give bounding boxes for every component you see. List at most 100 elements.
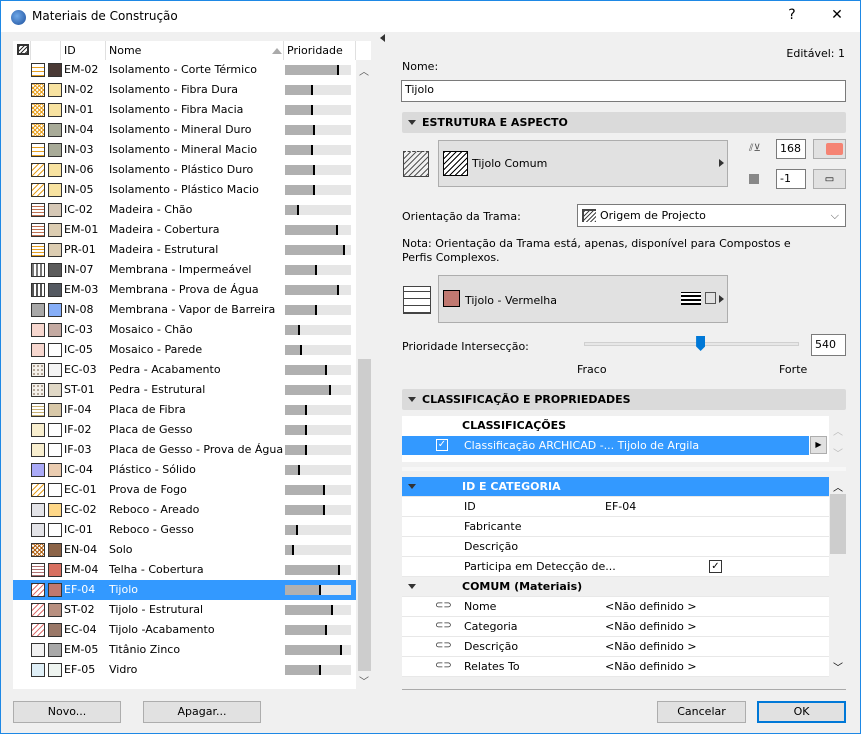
- list-scrollbar-thumb[interactable]: [358, 359, 371, 671]
- property-row[interactable]: ⊂⊃ Descrição <Não definido >: [402, 637, 829, 657]
- material-row[interactable]: EM-05 Titânio Zinco: [13, 640, 356, 660]
- material-row[interactable]: IN-01 Isolamento - Fibra Macia: [13, 100, 356, 120]
- linked-property-icon: ⊂⊃: [435, 640, 452, 651]
- material-row[interactable]: EN-04 Solo: [13, 540, 356, 560]
- material-row[interactable]: PR-01 Madeira - Estrutural: [13, 240, 356, 260]
- cancel-button[interactable]: Cancelar: [657, 701, 746, 723]
- name-column-header[interactable]: Nome: [106, 41, 284, 60]
- property-group-header[interactable]: ID E CATEGORIA: [402, 477, 829, 497]
- property-value[interactable]: <Não definido >: [605, 620, 697, 633]
- group-title: COMUM (Materiais): [462, 580, 583, 593]
- priority-slider-thumb[interactable]: [696, 336, 706, 351]
- material-row[interactable]: EC-01 Prova de Fogo: [13, 480, 356, 500]
- orientation-dropdown[interactable]: Origem de Projecto ⌵: [577, 204, 846, 227]
- new-button[interactable]: Novo...: [13, 701, 121, 723]
- checkbox-checked[interactable]: ✓: [436, 439, 448, 451]
- expand-triangle-icon[interactable]: [408, 584, 416, 593]
- priority-column-header[interactable]: Prioridade: [284, 41, 356, 60]
- material-row[interactable]: IN-07 Membrana - Impermeável: [13, 260, 356, 280]
- material-row[interactable]: EM-01 Madeira - Cobertura: [13, 220, 356, 240]
- material-row[interactable]: IF-04 Placa de Fibra: [13, 400, 356, 420]
- checkbox-checked[interactable]: ✓: [709, 560, 722, 573]
- material-row[interactable]: IN-04 Isolamento - Mineral Duro: [13, 120, 356, 140]
- scroll-up-icon[interactable]: ︿: [359, 63, 369, 78]
- classification-menu-button[interactable]: ▶: [810, 436, 827, 454]
- material-row[interactable]: EM-02 Isolamento - Corte Térmico: [13, 60, 356, 80]
- material-row[interactable]: EF-04 Tijolo: [13, 580, 356, 600]
- scroll-up-icon[interactable]: ︿: [833, 479, 843, 494]
- expand-triangle-icon[interactable]: [408, 484, 416, 493]
- property-row[interactable]: ⊂⊃ Nome <Não definido >: [402, 597, 829, 617]
- scroll-up-icon[interactable]: ︿: [833, 423, 843, 438]
- priority-bar-fill: [285, 265, 317, 275]
- property-value[interactable]: <Não definido >: [605, 660, 697, 673]
- material-row[interactable]: ST-02 Tijolo - Estrutural: [13, 600, 356, 620]
- classifications-header: CLASSIFICAÇÕES: [462, 419, 567, 432]
- priority-input[interactable]: 540: [811, 334, 846, 356]
- scroll-down-icon[interactable]: ﹀: [833, 445, 843, 460]
- ok-button[interactable]: OK: [757, 701, 846, 723]
- material-row[interactable]: IF-02 Placa de Gesso: [13, 420, 356, 440]
- priority-bar: [285, 285, 351, 295]
- material-row[interactable]: IC-01 Reboco - Gesso: [13, 520, 356, 540]
- property-row[interactable]: Participa em Detecção de... ✓: [402, 557, 829, 577]
- material-row[interactable]: IC-02 Madeira - Chão: [13, 200, 356, 220]
- scroll-down-icon[interactable]: ﹀: [833, 659, 843, 674]
- material-id: IF-04: [64, 403, 92, 416]
- material-name: Telha - Cobertura: [109, 563, 204, 576]
- material-row[interactable]: EC-04 Tijolo -Acabamento: [13, 620, 356, 640]
- material-row[interactable]: IN-03 Isolamento - Mineral Macio: [13, 140, 356, 160]
- material-row[interactable]: IN-06 Isolamento - Plástico Duro: [13, 160, 356, 180]
- pattern-column-icon[interactable]: [13, 41, 31, 60]
- property-row[interactable]: ⊂⊃ Categoria <Não definido >: [402, 617, 829, 637]
- material-row[interactable]: ST-01 Pedra - Estrutural: [13, 380, 356, 400]
- material-row[interactable]: IC-03 Mosaico - Chão: [13, 320, 356, 340]
- id-column-header[interactable]: ID: [61, 41, 106, 60]
- material-name: Membrana - Prova de Água: [109, 283, 259, 296]
- material-row[interactable]: EF-05 Vidro: [13, 660, 356, 680]
- material-row[interactable]: IC-05 Mosaico - Parede: [13, 340, 356, 360]
- surface-color-swatch: [48, 583, 62, 597]
- pen-input-2[interactable]: -1: [776, 169, 806, 189]
- name-input[interactable]: Tijolo: [401, 80, 846, 102]
- cut-fill-selector[interactable]: Tijolo Comum: [438, 140, 728, 187]
- priority-slider-track[interactable]: [584, 342, 799, 346]
- properties-scrollbar-thumb[interactable]: [830, 494, 846, 554]
- material-row[interactable]: EC-03 Pedra - Acabamento: [13, 360, 356, 380]
- surface-color-swatch: [48, 103, 62, 117]
- surface-color-swatch: [48, 483, 62, 497]
- surface-selector[interactable]: Tijolo - Vermelha: [438, 275, 728, 323]
- property-row[interactable]: Descrição: [402, 537, 829, 557]
- material-row[interactable]: EM-03 Membrana - Prova de Água: [13, 280, 356, 300]
- material-row[interactable]: EM-04 Telha - Cobertura: [13, 560, 356, 580]
- scroll-down-icon[interactable]: ﹀: [359, 673, 369, 688]
- classification-row[interactable]: ✓ Classificação ARCHICAD -... Tijolo de …: [402, 436, 809, 455]
- property-row[interactable]: ID EF-04: [402, 497, 829, 517]
- priority-bar-fill: [285, 585, 321, 595]
- property-value[interactable]: EF-04: [605, 500, 636, 513]
- property-value[interactable]: <Não definido >: [605, 640, 697, 653]
- help-button[interactable]: ?: [782, 7, 802, 23]
- material-row[interactable]: IC-04 Plástico - Sólido: [13, 460, 356, 480]
- section-structure-appearance[interactable]: ESTRUTURA E ASPECTO: [402, 112, 846, 133]
- monitor-icon[interactable]: ▭: [813, 169, 846, 189]
- material-row[interactable]: IN-05 Isolamento - Plástico Macio: [13, 180, 356, 200]
- material-row[interactable]: IN-02 Isolamento - Fibra Dura: [13, 80, 356, 100]
- color-column-header[interactable]: [31, 41, 61, 60]
- property-value[interactable]: <Não definido >: [605, 600, 697, 613]
- property-row[interactable]: Fabricante: [402, 517, 829, 537]
- section-classification-properties[interactable]: CLASSIFICAÇÃO E PROPRIEDADES: [402, 389, 846, 410]
- delete-button[interactable]: Apagar...: [143, 701, 261, 723]
- fill-pattern-swatch: [31, 103, 45, 117]
- close-button[interactable]: ✕: [827, 7, 847, 23]
- material-row[interactable]: IF-03 Placa de Gesso - Prova de Água: [13, 440, 356, 460]
- property-group-header[interactable]: COMUM (Materiais): [402, 577, 829, 597]
- pen-input-1[interactable]: 168: [776, 139, 806, 159]
- material-row[interactable]: IN-08 Membrana - Vapor de Barreira: [13, 300, 356, 320]
- material-row[interactable]: EC-02 Reboco - Areado: [13, 500, 356, 520]
- fill-pattern-swatch: [31, 83, 45, 97]
- priority-bar: [285, 565, 351, 575]
- property-row[interactable]: ⊂⊃ Relates To <Não definido >: [402, 657, 829, 677]
- pen-color-button[interactable]: [813, 139, 846, 159]
- collapse-panel-icon[interactable]: [380, 34, 385, 42]
